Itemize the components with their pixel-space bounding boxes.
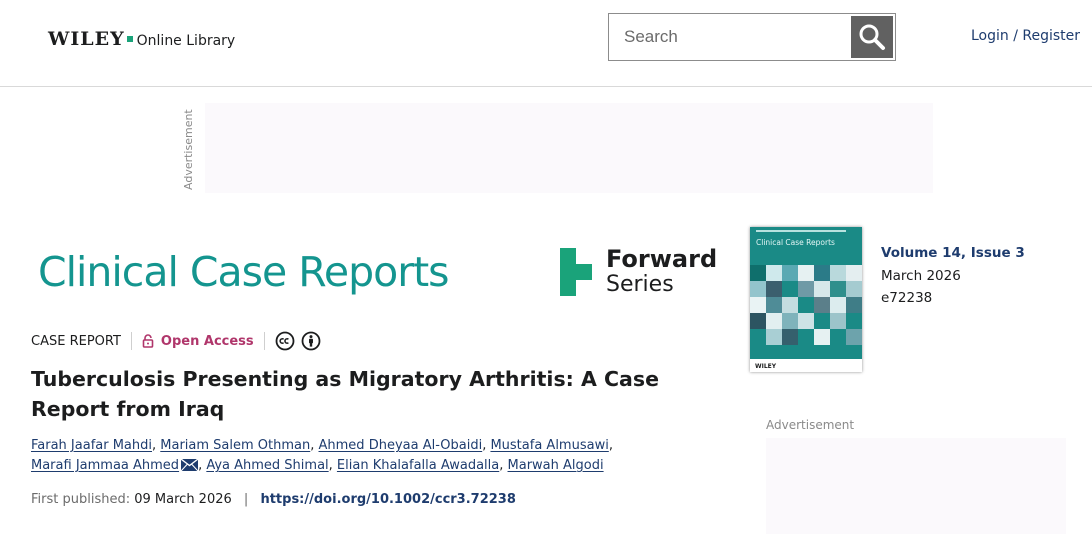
- cover-title: Clinical Case Reports: [756, 238, 835, 247]
- cover-top-line: [756, 230, 846, 232]
- logo-brand: WILEY: [48, 28, 125, 50]
- cover-photo-grid: [750, 265, 862, 359]
- logo-suffix: Online Library: [136, 33, 236, 49]
- site-header: WILEY Online Library Login / Register: [0, 0, 1092, 87]
- article-meta-row: CASE REPORT Open Access: [31, 331, 327, 351]
- wiley-logo[interactable]: WILEY Online Library: [48, 28, 235, 50]
- ad-label-top: Advertisement: [182, 109, 195, 190]
- by-icon: [301, 331, 321, 351]
- volume-issue-link[interactable]: Volume 14, Issue 3: [881, 245, 1025, 261]
- license-icons[interactable]: [275, 331, 327, 351]
- mail-icon[interactable]: [181, 459, 199, 471]
- forward-series-logo[interactable]: Forward Series: [558, 246, 717, 298]
- forward-mark-icon: [558, 246, 594, 298]
- lock-icon: [142, 334, 154, 348]
- corresponding-author-link[interactable]: Marafi Jammaa Ahmed: [31, 458, 179, 473]
- author-link[interactable]: Mariam Salem Othman: [160, 438, 310, 453]
- issue-date: March 2026: [881, 267, 961, 284]
- search-input[interactable]: [609, 14, 849, 60]
- divider: |: [243, 492, 249, 507]
- author-link[interactable]: Ahmed Dheyaa Al-Obaidi: [319, 438, 483, 453]
- first-published-label: First published:: [31, 492, 131, 507]
- author-link[interactable]: Mustafa Almusawi: [490, 438, 608, 453]
- cc-icon: [275, 331, 295, 351]
- author-link[interactable]: Aya Ahmed Shimal: [206, 458, 328, 473]
- ad-label-side: Advertisement: [766, 418, 855, 432]
- article-type: CASE REPORT: [31, 333, 121, 349]
- author-link[interactable]: Elian Khalafalla Awadalla: [337, 458, 499, 473]
- ad-box-side[interactable]: [766, 438, 1066, 534]
- author-link[interactable]: Farah Jaafar Mahdi: [31, 438, 152, 453]
- search-button[interactable]: [851, 16, 893, 58]
- doi-link[interactable]: https://doi.org/10.1002/ccr3.72238: [260, 492, 515, 507]
- ad-banner-top[interactable]: [205, 103, 933, 193]
- cover-publisher: WILEY: [755, 363, 777, 370]
- open-access-badge: Open Access: [142, 334, 254, 349]
- search-icon: [859, 24, 885, 50]
- issue-info: Volume 14, Issue 3 March 2026 e72238: [881, 242, 1025, 310]
- first-published-date: 09 March 2026: [134, 492, 232, 507]
- divider: [263, 332, 265, 350]
- search-box: [608, 13, 896, 61]
- journal-title[interactable]: Clinical Case Reports: [38, 248, 450, 296]
- author-list: Farah Jaafar Mahdi, Mariam Salem Othman,…: [31, 438, 613, 473]
- login-register-link[interactable]: Login / Register: [971, 28, 1080, 44]
- forward-label: Forward: [606, 245, 718, 273]
- open-access-label: Open Access: [160, 333, 254, 349]
- article-number: e72238: [881, 290, 933, 306]
- article-title: Tuberculosis Presenting as Migratory Art…: [31, 367, 659, 421]
- author-link[interactable]: Marwah Algodi: [508, 458, 604, 473]
- series-label: Series: [606, 272, 674, 297]
- publication-info: First published: 09 March 2026 | https:/…: [31, 492, 516, 507]
- journal-cover-image[interactable]: Clinical Case Reports WILEY: [750, 227, 862, 372]
- divider: [130, 332, 132, 350]
- logo-mark-icon: [126, 36, 133, 42]
